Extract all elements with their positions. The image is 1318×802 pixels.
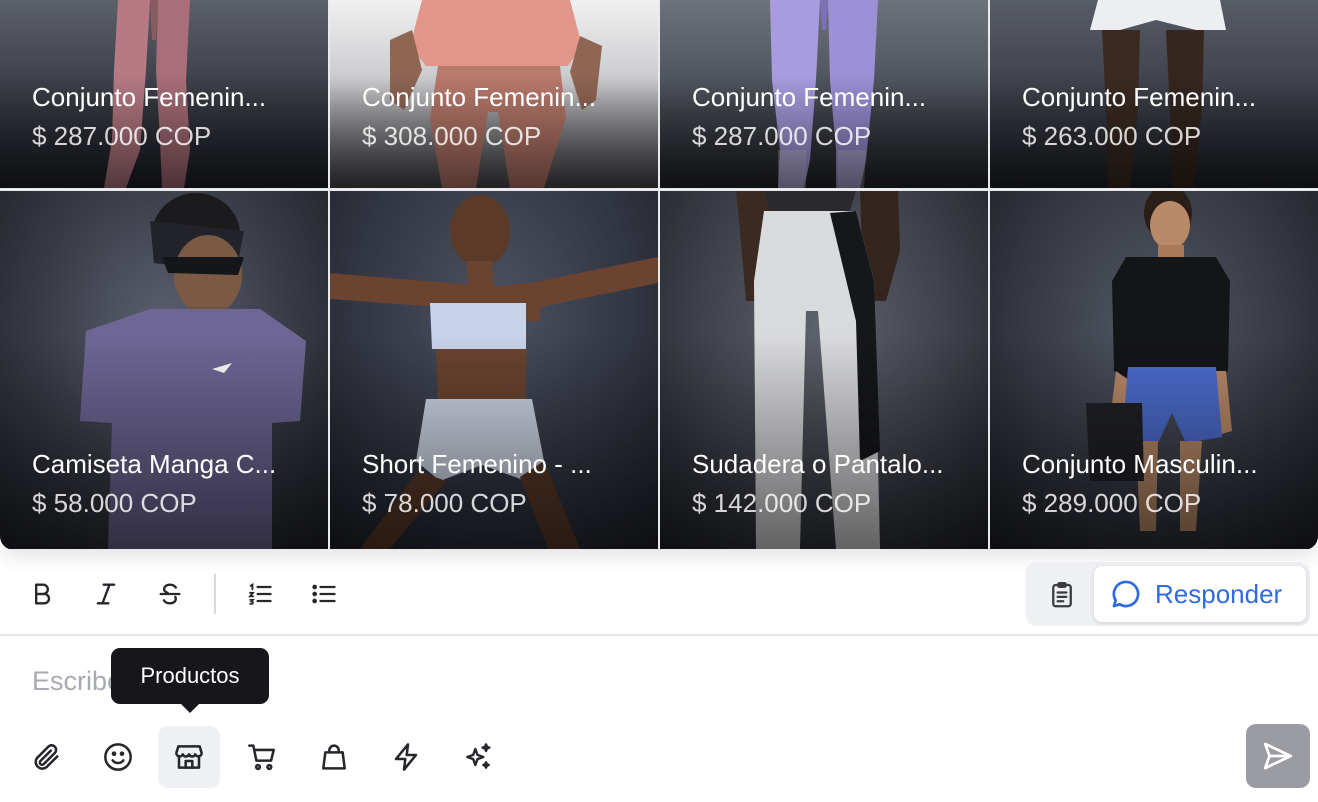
strikethrough-button[interactable] <box>150 574 190 614</box>
numbered-list-icon <box>248 582 272 605</box>
attach-button[interactable] <box>15 726 77 788</box>
toolbar-separator <box>214 574 216 614</box>
tooltip-arrow <box>181 704 199 713</box>
send-button[interactable] <box>1246 724 1310 788</box>
product-name: Camiseta Manga C... <box>32 449 277 479</box>
emoji-icon <box>104 743 132 771</box>
store-icon <box>175 745 203 769</box>
product-card[interactable]: Conjunto Femenin... $ 287.000 COP <box>660 0 988 188</box>
product-name: Conjunto Masculin... <box>1022 449 1258 479</box>
product-card[interactable]: Conjunto Femenin... $ 263.000 COP <box>990 0 1318 188</box>
sparkles-icon <box>466 743 491 769</box>
paperclip-icon <box>34 744 59 770</box>
products-tooltip: Productos <box>111 648 269 704</box>
numbered-list-button[interactable] <box>240 574 280 614</box>
shopping-bag-button[interactable] <box>303 726 365 788</box>
shopping-bag-icon <box>322 744 346 770</box>
lightning-icon <box>394 743 418 771</box>
product-price: $ 287.000 COP <box>692 121 872 151</box>
quick-replies-button[interactable] <box>375 726 437 788</box>
product-name: Conjunto Femenin... <box>1022 82 1257 112</box>
product-card[interactable]: Sudadera o Pantalo... $ 142.000 COP <box>660 191 988 549</box>
strikethrough-icon <box>159 583 181 605</box>
bulleted-list-icon <box>312 584 336 604</box>
emoji-button[interactable] <box>87 726 149 788</box>
composer-divider <box>0 634 1318 636</box>
bold-button[interactable] <box>22 574 62 614</box>
products-button[interactable] <box>158 726 220 788</box>
product-card[interactable]: Conjunto Femenin... $ 308.000 COP <box>330 0 658 188</box>
product-card[interactable]: Conjunto Femenin... $ 287.000 COP <box>0 0 328 188</box>
product-price: $ 289.000 COP <box>1022 488 1202 518</box>
product-grid: Conjunto Femenin... $ 287.000 COP Conjun… <box>0 0 1318 550</box>
product-price: $ 78.000 COP <box>362 488 527 518</box>
product-name: Conjunto Femenin... <box>32 82 267 112</box>
reply-label: Responder <box>1155 578 1283 609</box>
cart-icon <box>248 744 275 771</box>
bulleted-list-button[interactable] <box>304 574 344 614</box>
product-card[interactable]: Conjunto Masculin... $ 289.000 COP <box>990 191 1318 549</box>
send-icon <box>1263 742 1293 770</box>
clipboard-icon <box>1052 582 1072 608</box>
product-price: $ 308.000 COP <box>362 121 542 151</box>
notes-button[interactable] <box>1036 572 1088 618</box>
product-price: $ 58.000 COP <box>32 488 197 518</box>
product-price: $ 263.000 COP <box>1022 121 1202 151</box>
product-price: $ 142.000 COP <box>692 488 872 518</box>
chat-bubble-icon <box>1109 577 1143 611</box>
italic-button[interactable] <box>86 574 126 614</box>
product-name: Conjunto Femenin... <box>362 82 597 112</box>
product-name: Short Femenino - ... <box>362 449 592 479</box>
product-card[interactable]: Camiseta Manga C... $ 58.000 COP <box>0 191 328 549</box>
product-name: Sudadera o Pantalo... <box>692 449 944 479</box>
reply-button[interactable]: Responder <box>1094 566 1306 622</box>
italic-icon <box>96 583 116 605</box>
product-card[interactable]: Short Femenino - ... $ 78.000 COP <box>330 191 658 549</box>
product-name: Conjunto Femenin... <box>692 82 927 112</box>
ai-assist-button[interactable] <box>447 726 509 788</box>
product-price: $ 287.000 COP <box>32 121 212 151</box>
cart-button[interactable] <box>231 726 293 788</box>
bold-icon <box>35 583 51 605</box>
